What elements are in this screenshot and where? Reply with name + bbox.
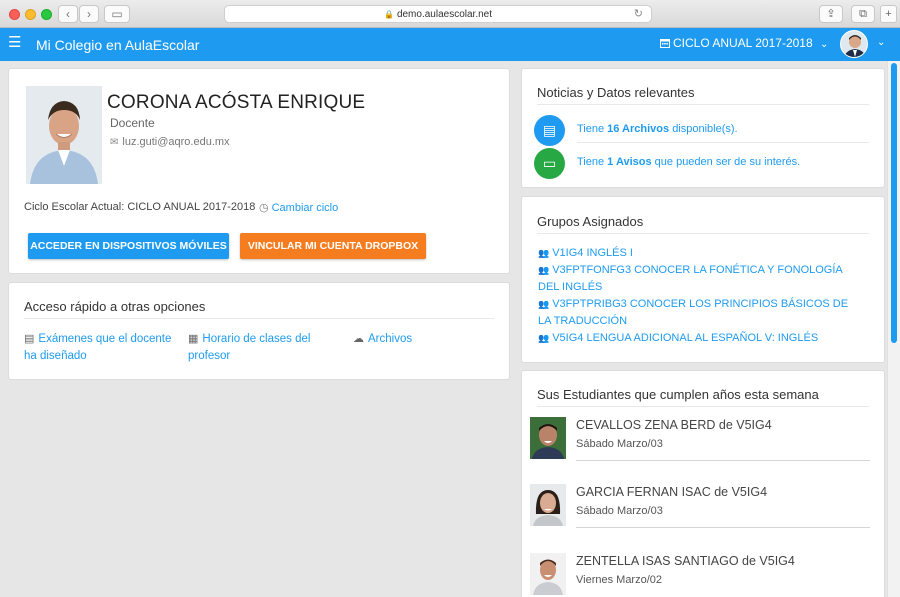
student-name: CEVALLOS ZENA BERD de V5IG4: [576, 418, 772, 432]
news-notices-text: Tiene 1 Avisos que pueden ser de su inte…: [577, 156, 801, 168]
student-name: GARCIA FERNAN ISAC de V5IG4: [576, 485, 768, 499]
page-scrollbar[interactable]: [887, 61, 900, 597]
change-cycle-label: Cambiar ciclo: [271, 202, 339, 214]
email-text: luz.guti@aqro.edu.mx: [122, 136, 230, 148]
user-menu-chevron-icon[interactable]: ⌄: [877, 37, 885, 48]
user-avatar[interactable]: [840, 30, 868, 58]
group-label: V1IG4 INGLÉS I: [552, 247, 633, 259]
exam-icon: ▤: [24, 333, 35, 345]
divider: [537, 104, 869, 105]
group-item[interactable]: 👥 V3FPTFONFG3 CONOCER LA FONÉTICA Y FONOL…: [538, 262, 858, 296]
student-photo: [530, 484, 566, 526]
lock-icon: 🔒: [383, 10, 394, 19]
clock-icon: ◷: [259, 202, 269, 214]
teacher-photo: [26, 86, 102, 184]
user-avatar-image: [841, 31, 867, 57]
schedule-link[interactable]: ▦ Horario de clases del profesor: [188, 331, 328, 365]
birthday-date: Sábado Marzo/03: [576, 505, 663, 517]
teacher-email: ✉ luz.guti@aqro.edu.mx: [110, 136, 230, 148]
document-icon: ▤: [534, 115, 565, 146]
profile-card: CORONA ACÓSTA ENRIQUE Docente ✉ luz.guti@…: [8, 68, 510, 274]
address-bar[interactable]: 🔒 demo.aulaescolar.net ↻: [224, 5, 652, 23]
browser-toolbar: ‹ › ▭ 🔒 demo.aulaescolar.net ↻ ⇪ ⧉ +: [0, 0, 900, 28]
group-label: V3FPTFONFG3 CONOCER LA FONÉTICA Y FONOLO…: [538, 264, 843, 293]
divider: [576, 460, 870, 461]
divider: [537, 233, 869, 234]
exams-link-label: Exámenes que el docente ha diseñado: [24, 333, 172, 362]
group-label: V5IG4 LENGUA ADICIONAL AL ESPAÑOL V: ING…: [552, 332, 819, 344]
cloud-download-icon: ☁: [353, 333, 364, 345]
envelope-icon: ✉: [110, 137, 119, 148]
users-icon: 👥: [538, 248, 550, 258]
student-photo: [530, 553, 566, 595]
exams-link[interactable]: ▤ Exámenes que el docente ha diseñado: [24, 331, 174, 365]
files-link-label: Archivos: [368, 333, 413, 345]
link-dropbox-button[interactable]: VINCULAR MI CUENTA DROPBOX: [240, 233, 426, 259]
tabs-overview-icon[interactable]: ⧉: [851, 5, 875, 23]
teacher-role: Docente: [110, 116, 155, 130]
app-title[interactable]: Mi Colegio en AulaEscolar: [36, 37, 199, 53]
cycle-label: CICLO ANUAL 2017-2018: [673, 36, 813, 50]
group-label: V3FPTPRIBG3 CONOCER LOS PRINCIPIOS BÁSIC…: [538, 298, 849, 327]
list-item[interactable]: CEVALLOS ZENA BERD de V5IG4 Sábado Marzo…: [530, 417, 874, 477]
news-item-notices[interactable]: ▭ Tiene 1 Avisos que pueden ser de su in…: [534, 148, 874, 180]
chat-icon: ▭: [534, 148, 565, 179]
users-icon: 👥: [538, 265, 550, 275]
news-files-text: Tiene 16 Archivos disponible(s).: [577, 123, 738, 135]
zoom-window-button[interactable]: [41, 9, 52, 20]
users-icon: 👥: [538, 333, 550, 343]
app-header: ☰ Mi Colegio en AulaEscolar CICLO ANUAL …: [0, 28, 900, 61]
share-icon[interactable]: ⇪: [819, 5, 843, 23]
birthdays-title: Sus Estudiantes que cumplen años esta se…: [537, 387, 819, 402]
files-link[interactable]: ☁ Archivos: [353, 331, 473, 348]
calendar-icon: [660, 39, 670, 48]
menu-icon[interactable]: ☰: [8, 35, 21, 50]
close-window-button[interactable]: [9, 9, 20, 20]
scrollbar-thumb[interactable]: [891, 63, 897, 343]
news-title: Noticias y Datos relevantes: [537, 85, 695, 100]
birthday-date: Viernes Marzo/02: [576, 574, 663, 586]
group-item[interactable]: 👥 V3FPTPRIBG3 CONOCER LOS PRINCIPIOS BÁSI…: [538, 296, 858, 330]
minimize-window-button[interactable]: [25, 9, 36, 20]
change-cycle-link[interactable]: ◷ Cambiar ciclo: [259, 201, 338, 214]
list-item[interactable]: ZENTELLA ISAS SANTIAGO de V5IG4 Viernes …: [530, 553, 874, 597]
student-name: ZENTELLA ISAS SANTIAGO de V5IG4: [576, 554, 795, 568]
divider: [576, 527, 870, 528]
forward-button[interactable]: ›: [79, 5, 99, 23]
sidebar-toggle-icon[interactable]: ▭: [104, 5, 130, 23]
users-icon: 👥: [538, 299, 550, 309]
url-text: demo.aulaescolar.net: [396, 9, 493, 20]
list-item[interactable]: GARCIA FERNAN ISAC de V5IG4 Sábado Marzo…: [530, 484, 874, 544]
group-item[interactable]: 👥 V5IG4 LENGUA ADICIONAL AL ESPAÑOL V: IN…: [538, 330, 858, 347]
cycle-selector[interactable]: CICLO ANUAL 2017-2018 ⌄: [660, 36, 828, 50]
student-photo: [530, 417, 566, 459]
quick-access-card: Acceso rápido a otras opciones ▤ Exámenes…: [8, 282, 510, 380]
groups-card: Grupos Asignados 👥 V1IG4 INGLÉS I 👥 V3FPTF…: [521, 196, 885, 363]
quick-access-title: Acceso rápido a otras opciones: [24, 299, 206, 314]
divider: [537, 406, 869, 407]
birthday-date: Sábado Marzo/03: [576, 438, 663, 450]
back-button[interactable]: ‹: [58, 5, 78, 23]
reload-icon[interactable]: ↻: [634, 6, 643, 23]
current-cycle-text: Ciclo Escolar Actual: CICLO ANUAL 2017-2…: [24, 201, 256, 213]
news-card: Noticias y Datos relevantes ▤ Tiene 16 A…: [521, 68, 885, 188]
schedule-link-label: Horario de clases del profesor: [188, 333, 311, 362]
calendar-grid-icon: ▦: [188, 333, 199, 345]
mobile-access-button[interactable]: ACCEDER EN DISPOSITIVOS MÓVILES: [28, 233, 229, 259]
divider: [24, 318, 494, 319]
divider: [577, 142, 869, 143]
chevron-down-icon: ⌄: [819, 39, 829, 50]
groups-title: Grupos Asignados: [537, 214, 644, 229]
new-tab-icon[interactable]: +: [880, 5, 897, 23]
teacher-name: CORONA ACÓSTA ENRIQUE: [107, 92, 366, 113]
group-item[interactable]: 👥 V1IG4 INGLÉS I: [538, 245, 858, 262]
birthdays-card: Sus Estudiantes que cumplen años esta se…: [521, 370, 885, 597]
